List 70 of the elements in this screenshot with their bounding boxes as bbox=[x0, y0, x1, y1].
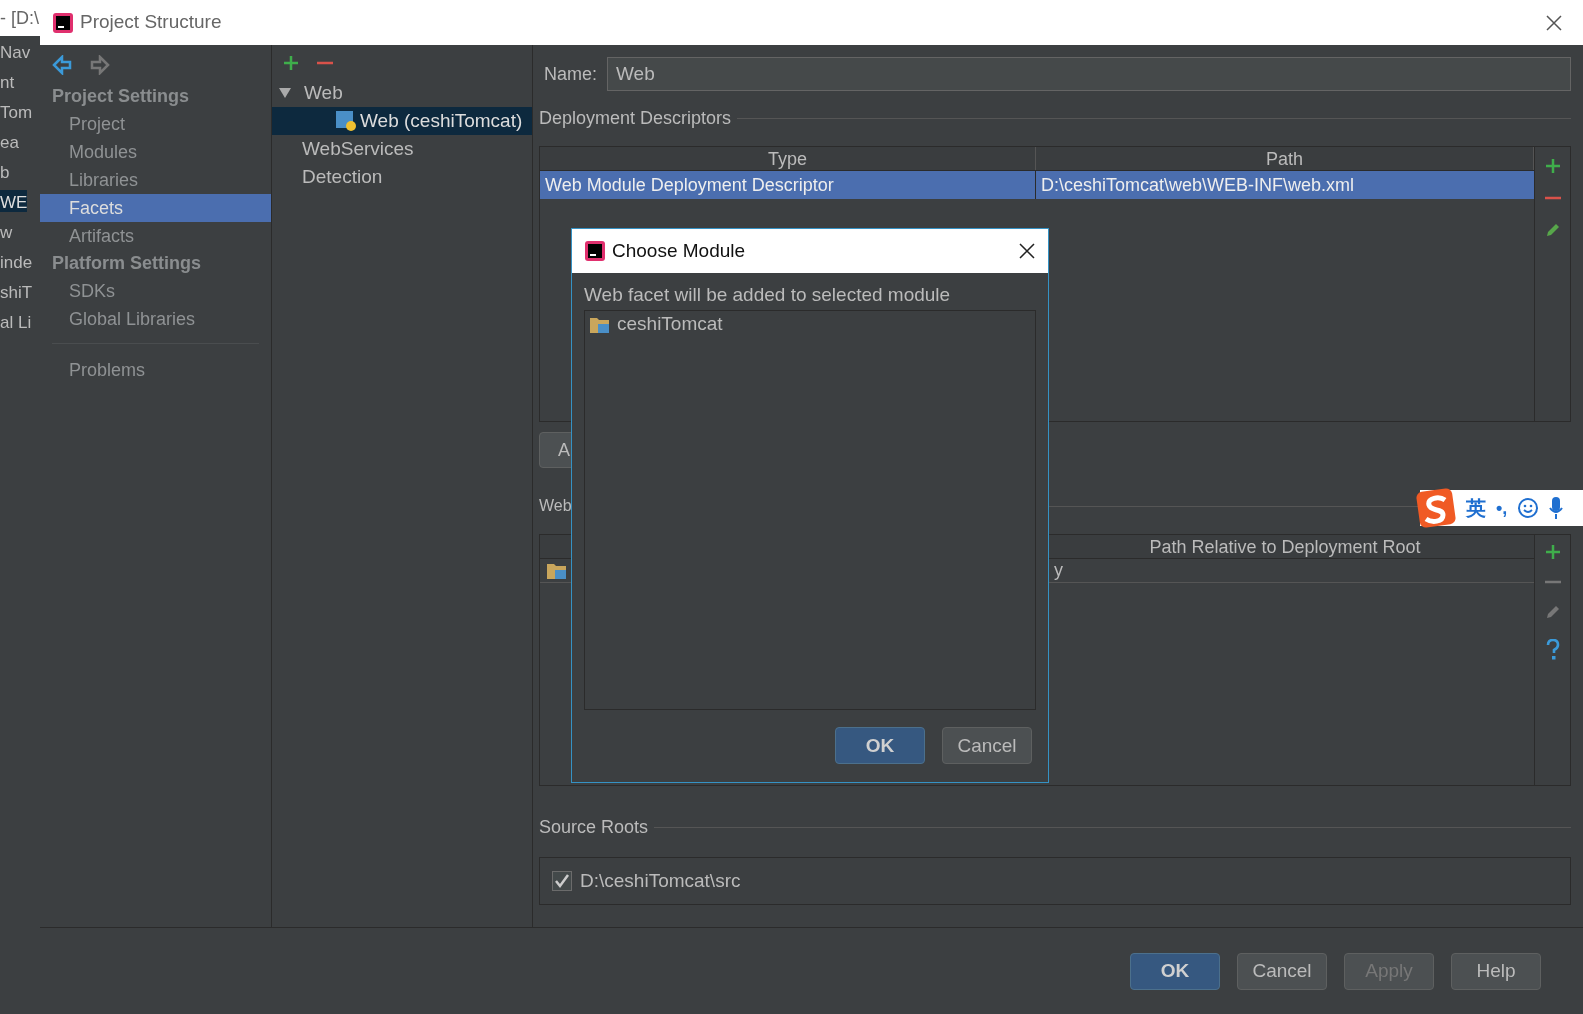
sidebar-item[interactable]: Libraries bbox=[40, 166, 271, 194]
remove-icon[interactable] bbox=[1543, 579, 1562, 585]
tree-row[interactable]: Web (ceshiTomcat) bbox=[272, 107, 532, 135]
column-header[interactable]: Path bbox=[1036, 147, 1534, 170]
table-cell: Web Module Deployment Descriptor bbox=[540, 171, 1036, 199]
tree-item-label: Web (ceshiTomcat) bbox=[360, 108, 523, 133]
input-mode[interactable]: 英 bbox=[1466, 493, 1486, 523]
tree-item[interactable]: w bbox=[0, 220, 13, 242]
add-icon[interactable] bbox=[1543, 543, 1562, 561]
web-facet-icon bbox=[336, 111, 356, 131]
dialog-message: Web facet will be added to selected module bbox=[583, 283, 952, 307]
dialog-button[interactable]: OK bbox=[1130, 952, 1220, 990]
window-title: - [D:\ bbox=[0, 6, 39, 30]
close-icon[interactable] bbox=[1545, 13, 1563, 32]
section-title: Deployment Descriptors bbox=[539, 107, 732, 130]
source-root-path: D:\ceshiTomcat\src bbox=[580, 868, 741, 893]
forward-arrow-icon[interactable] bbox=[90, 55, 110, 75]
dialog-button[interactable]: OK bbox=[835, 727, 925, 765]
section-heading: Platform Settings bbox=[51, 252, 203, 275]
tree-item[interactable]: Tom bbox=[0, 100, 33, 122]
table-row[interactable]: Web Module Deployment Descriptor D:\ceshiTomcat\web\WEB-INF\web.xml bbox=[540, 171, 1534, 199]
name-field[interactable]: Web bbox=[607, 57, 1571, 91]
section-title: Source Roots bbox=[539, 816, 649, 839]
tree-item[interactable]: inde bbox=[0, 250, 33, 272]
tree-item[interactable]: Detection bbox=[302, 162, 383, 192]
folder-icon bbox=[546, 561, 568, 580]
section-heading: Project Settings bbox=[51, 85, 191, 108]
sidebar-item[interactable]: Facets bbox=[40, 194, 271, 222]
tree-item[interactable]: WebServices bbox=[302, 134, 414, 164]
tree-item[interactable]: Web bbox=[304, 78, 343, 108]
list-item[interactable]: ceshiTomcat bbox=[585, 312, 1035, 337]
remove-icon[interactable] bbox=[1543, 195, 1562, 201]
sidebar-item[interactable]: SDKs bbox=[40, 277, 271, 305]
add-icon[interactable] bbox=[282, 54, 300, 72]
close-icon[interactable] bbox=[1018, 242, 1036, 260]
tree-item[interactable]: b bbox=[0, 160, 10, 182]
expand-arrow-icon[interactable] bbox=[278, 87, 292, 99]
app-logo-icon bbox=[584, 240, 606, 262]
sidebar-item[interactable]: Problems bbox=[40, 356, 271, 384]
sidebar-item[interactable]: Global Libraries bbox=[40, 305, 271, 333]
table-cell-text: D:\ceshiTomcat\web\WEB-INF\web.xml bbox=[1040, 174, 1356, 197]
dialog-button[interactable]: Cancel bbox=[1237, 952, 1327, 990]
help-icon[interactable] bbox=[1545, 639, 1560, 661]
tree-item[interactable]: nt bbox=[0, 70, 15, 92]
remove-icon[interactable] bbox=[316, 60, 334, 66]
folder-icon bbox=[589, 315, 611, 334]
add-icon[interactable] bbox=[1543, 157, 1562, 175]
column-header[interactable]: Type bbox=[540, 147, 1036, 170]
checkbox[interactable] bbox=[552, 871, 572, 891]
dialog-button[interactable]: Cancel bbox=[942, 727, 1032, 765]
tree-item[interactable]: al Li bbox=[0, 310, 32, 332]
section-title: Web bbox=[539, 496, 572, 516]
window-title: Project Structure bbox=[80, 10, 222, 35]
sidebar-item[interactable]: Project bbox=[40, 110, 271, 138]
tree-item[interactable]: ea bbox=[0, 130, 19, 152]
field-label: Name: bbox=[544, 62, 597, 86]
tree-item[interactable]: WE bbox=[0, 190, 28, 212]
smiley-icon[interactable] bbox=[1517, 497, 1540, 519]
sidebar-item[interactable]: Modules bbox=[40, 138, 271, 166]
input-method-logo-icon[interactable] bbox=[1416, 488, 1456, 528]
tree-item[interactable]: Nav bbox=[0, 40, 31, 62]
dialog-button[interactable]: Help bbox=[1451, 952, 1541, 990]
dialog-title: Choose Module bbox=[612, 238, 746, 263]
tree-item[interactable]: shiT bbox=[0, 280, 33, 302]
app-logo-icon bbox=[52, 11, 74, 34]
sidebar-item[interactable]: Artifacts bbox=[40, 222, 271, 250]
back-arrow-icon[interactable] bbox=[52, 55, 72, 75]
punctuation-mode[interactable]: •, bbox=[1496, 494, 1508, 522]
microphone-icon[interactable] bbox=[1549, 496, 1564, 520]
table-cell-text: y bbox=[1054, 559, 1063, 582]
